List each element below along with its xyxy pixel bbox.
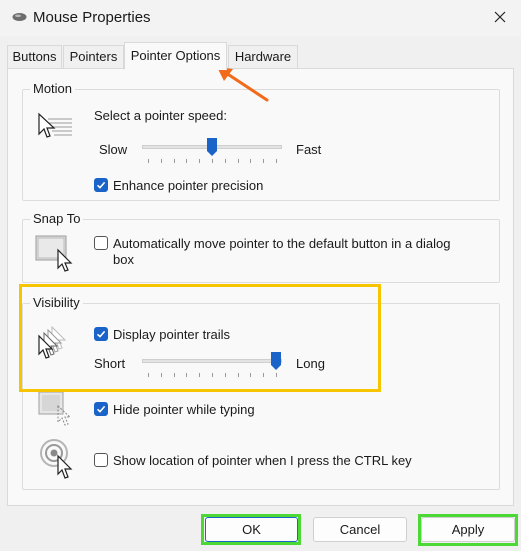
apply-button-label: Apply xyxy=(451,522,485,537)
visibility-group-label: Visibility xyxy=(30,295,83,310)
slider-tick xyxy=(212,373,213,377)
snap-to-group xyxy=(22,219,500,283)
snap-to-checkbox[interactable] xyxy=(94,236,108,250)
pointer-speed-icon xyxy=(38,112,72,138)
slider-tick xyxy=(186,159,187,163)
pointer-trail-length-slider[interactable] xyxy=(142,352,282,385)
slider-tick xyxy=(263,159,264,163)
tab-label: Pointer Options xyxy=(130,48,221,63)
slider-tick xyxy=(276,373,277,377)
pointer-trails-icon xyxy=(38,325,67,359)
ok-button-label: OK xyxy=(242,522,261,537)
slider-track xyxy=(142,359,282,363)
slider-tick xyxy=(238,159,239,163)
slider-tick xyxy=(199,159,200,163)
snap-to-icon xyxy=(35,235,73,272)
slider-tick xyxy=(238,373,239,377)
apply-button[interactable]: Apply xyxy=(421,517,515,542)
slow-label: Slow xyxy=(99,142,128,157)
tab-label: Pointers xyxy=(69,49,118,64)
slider-thumb[interactable] xyxy=(206,137,218,157)
slider-tick xyxy=(250,159,251,163)
slider-tick xyxy=(161,159,162,163)
mouse-icon xyxy=(12,13,27,21)
slider-thumb[interactable] xyxy=(270,351,282,371)
tab-pointers[interactable]: Pointers xyxy=(63,45,124,69)
slider-tick xyxy=(263,373,264,377)
cancel-button[interactable]: Cancel xyxy=(313,517,407,542)
tab-buttons[interactable]: Buttons xyxy=(7,45,62,69)
enhance-precision-label: Enhance pointer precision xyxy=(113,178,264,193)
tab-pointer-options[interactable]: Pointer Options xyxy=(124,42,227,70)
tab-hardware[interactable]: Hardware xyxy=(228,45,298,69)
slider-tick xyxy=(186,373,187,377)
snap-to-group-label: Snap To xyxy=(30,211,84,226)
ok-button[interactable]: OK xyxy=(205,517,298,542)
slider-tick xyxy=(174,373,175,377)
close-icon[interactable] xyxy=(489,6,511,28)
short-label: Short xyxy=(94,356,126,371)
pointer-trails-label: Display pointer trails xyxy=(113,327,231,342)
fast-label: Fast xyxy=(296,142,322,157)
title-bar: Mouse Properties xyxy=(0,0,521,36)
slider-tick xyxy=(250,373,251,377)
slider-tick xyxy=(148,373,149,377)
ctrl-location-checkbox[interactable] xyxy=(94,453,108,467)
slider-tick xyxy=(148,159,149,163)
long-label: Long xyxy=(296,356,325,371)
motion-group-label: Motion xyxy=(30,81,76,96)
window-title: Mouse Properties xyxy=(33,9,151,26)
hide-pointer-icon xyxy=(38,391,72,426)
hide-pointer-label: Hide pointer while typing xyxy=(113,402,255,417)
snap-to-label-line1: Automatically move pointer to the defaul… xyxy=(113,236,451,251)
slider-tick xyxy=(225,159,226,163)
slider-tick xyxy=(276,159,277,163)
enhance-precision-checkbox[interactable] xyxy=(94,178,108,192)
pointer-trails-checkbox[interactable] xyxy=(94,327,108,341)
slider-tick xyxy=(174,159,175,163)
slider-tick xyxy=(225,373,226,377)
pointer-speed-slider[interactable] xyxy=(142,138,282,171)
cancel-button-label: Cancel xyxy=(339,522,381,537)
pointer-location-icon xyxy=(40,439,73,479)
slider-tick xyxy=(199,373,200,377)
slider-tick xyxy=(212,159,213,163)
speed-label: Select a pointer speed: xyxy=(94,108,227,123)
tab-label: Buttons xyxy=(12,49,57,64)
slider-tick xyxy=(161,373,162,377)
snap-to-label-line2: box xyxy=(113,252,134,267)
ctrl-location-label: Show location of pointer when I press th… xyxy=(113,453,412,468)
tab-label: Hardware xyxy=(234,49,292,64)
hide-pointer-checkbox[interactable] xyxy=(94,402,108,416)
